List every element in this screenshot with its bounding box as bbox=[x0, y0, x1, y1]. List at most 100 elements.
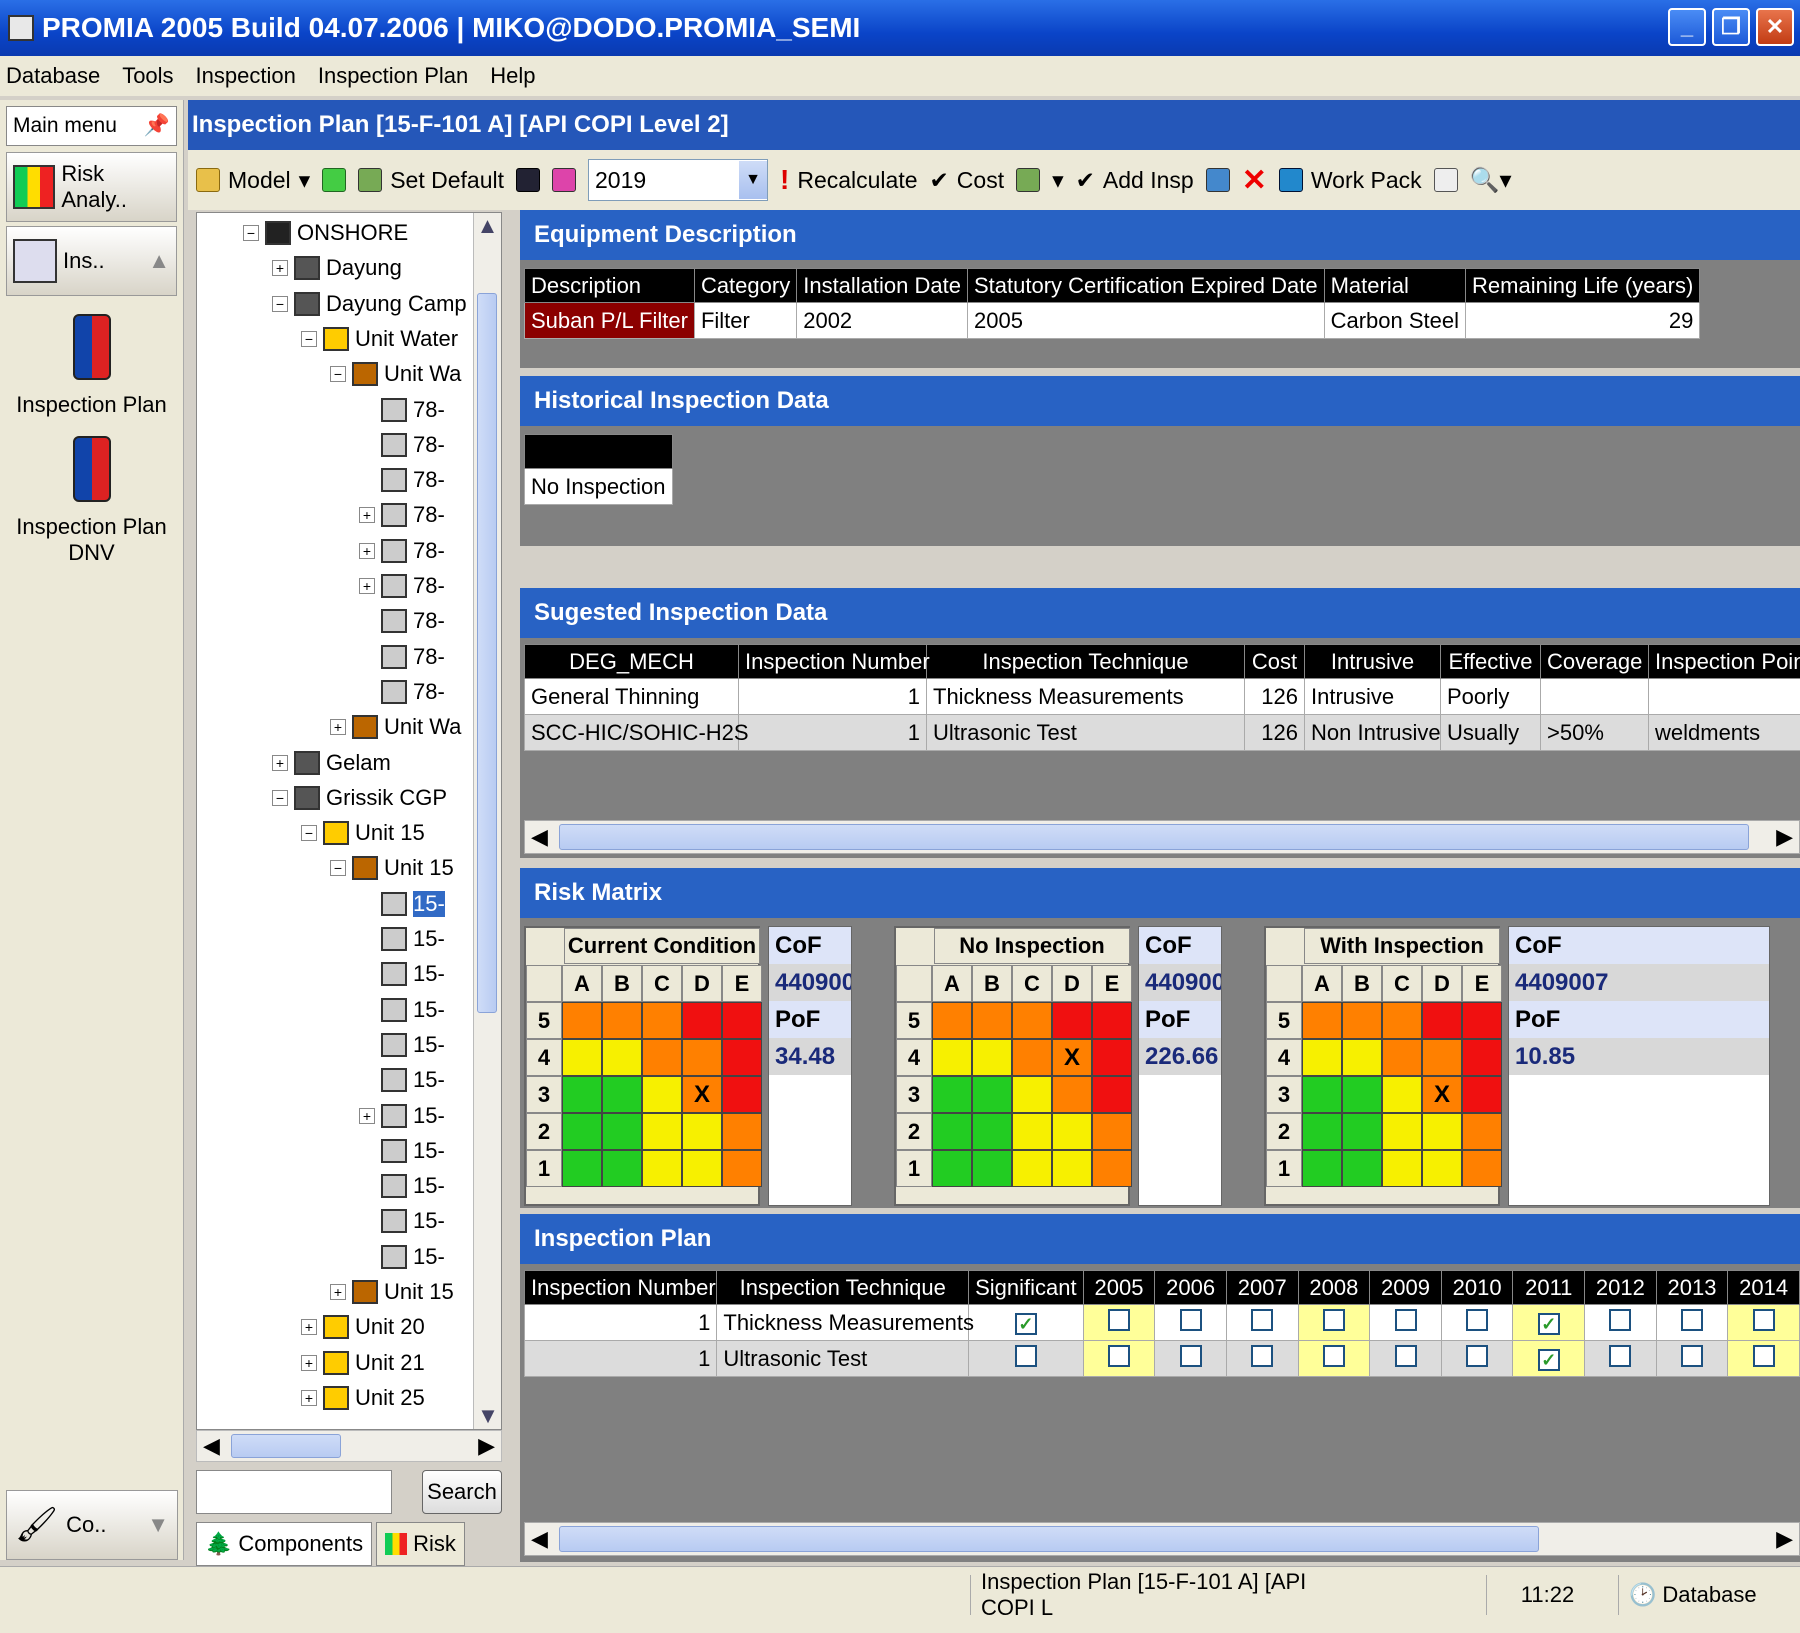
risk-cell[interactable] bbox=[1052, 1076, 1092, 1113]
risk-cell[interactable] bbox=[1012, 1076, 1052, 1113]
year-checkbox[interactable] bbox=[1108, 1344, 1130, 1367]
tree-node[interactable]: + Dayung bbox=[272, 252, 402, 284]
cell-remaining-life[interactable]: 29 bbox=[1465, 302, 1701, 339]
add-insp-button[interactable]: ✔ Add Insp bbox=[1076, 167, 1194, 194]
delete-icon[interactable]: ✕ bbox=[1242, 163, 1267, 198]
year-checkbox[interactable] bbox=[1322, 1344, 1345, 1367]
year-checkbox[interactable] bbox=[1609, 1308, 1632, 1331]
significant-checkbox[interactable] bbox=[1014, 1344, 1037, 1367]
risk-cell[interactable] bbox=[932, 1150, 972, 1187]
search-input[interactable] bbox=[196, 1470, 392, 1514]
risk-cell[interactable] bbox=[972, 1002, 1012, 1039]
risk-cell[interactable] bbox=[642, 1039, 682, 1076]
scroll-right-icon[interactable]: ▶ bbox=[478, 1433, 495, 1459]
expand-toggle-icon[interactable]: + bbox=[330, 1284, 346, 1300]
risk-cell[interactable] bbox=[1342, 1076, 1382, 1113]
risk-cell[interactable] bbox=[1462, 1002, 1502, 1039]
risk-cell[interactable] bbox=[562, 1039, 602, 1076]
suggested-cell[interactable]: 126 bbox=[1244, 714, 1305, 751]
risk-cell[interactable] bbox=[1342, 1113, 1382, 1150]
suggested-cell[interactable] bbox=[1540, 678, 1649, 715]
year-checkbox[interactable] bbox=[1251, 1344, 1274, 1367]
risk-cell[interactable] bbox=[642, 1113, 682, 1150]
tree-node[interactable]: 78- bbox=[359, 605, 445, 637]
scroll-right-icon[interactable]: ▶ bbox=[1776, 1526, 1793, 1552]
risk-cell[interactable] bbox=[932, 1039, 972, 1076]
expand-toggle-icon[interactable]: + bbox=[359, 1107, 375, 1124]
scroll-thumb[interactable] bbox=[559, 824, 1749, 850]
risk-cell[interactable] bbox=[722, 1076, 762, 1113]
risk-cell[interactable] bbox=[602, 1113, 642, 1150]
risk-cell[interactable] bbox=[1462, 1076, 1502, 1113]
expand-toggle-icon[interactable]: + bbox=[359, 507, 375, 524]
risk-cell[interactable] bbox=[1012, 1150, 1052, 1187]
risk-cell[interactable] bbox=[722, 1113, 762, 1150]
scroll-up-icon[interactable]: ▲ bbox=[474, 213, 501, 241]
risk-cell[interactable] bbox=[1422, 1150, 1462, 1187]
risk-cell[interactable]: X bbox=[1422, 1076, 1462, 1113]
suggested-cell[interactable]: Poorly bbox=[1440, 678, 1541, 715]
dropdown-icon[interactable]: ▼ bbox=[147, 1512, 169, 1538]
tree-node[interactable]: 15- bbox=[359, 1241, 445, 1273]
risk-cell[interactable]: X bbox=[1052, 1039, 1092, 1076]
tree-node[interactable]: 15- bbox=[359, 1135, 445, 1167]
risk-cell[interactable] bbox=[1092, 1076, 1132, 1113]
tree-node[interactable]: − Grissik CGP bbox=[272, 782, 447, 814]
tree-node[interactable]: 15- bbox=[359, 923, 445, 955]
risk-cell[interactable] bbox=[1422, 1113, 1462, 1150]
tree-node[interactable]: 15- bbox=[359, 888, 445, 920]
work-pack-button[interactable]: Work Pack bbox=[1278, 167, 1422, 194]
tree-node[interactable]: 15- bbox=[359, 1064, 445, 1096]
year-checkbox[interactable] bbox=[1179, 1308, 1202, 1331]
risk-cell[interactable] bbox=[722, 1150, 762, 1187]
cell-installation-date[interactable]: 2002 bbox=[796, 302, 968, 339]
risk-cell[interactable] bbox=[1382, 1113, 1422, 1150]
tree-node[interactable]: 15- bbox=[359, 1029, 445, 1061]
cell-description[interactable]: Suban P/L Filter bbox=[524, 302, 695, 339]
risk-cell[interactable] bbox=[1422, 1002, 1462, 1039]
expand-toggle-icon[interactable]: + bbox=[301, 1389, 317, 1406]
risk-cell[interactable] bbox=[682, 1039, 722, 1076]
suggested-cell[interactable]: Ultrasonic Test bbox=[926, 714, 1245, 751]
year-checkbox[interactable] bbox=[1108, 1308, 1130, 1331]
scroll-thumb[interactable] bbox=[559, 1526, 1539, 1552]
year-checkbox[interactable] bbox=[1394, 1308, 1417, 1331]
risk-cell[interactable] bbox=[1012, 1039, 1052, 1076]
risk-cell[interactable] bbox=[1462, 1113, 1502, 1150]
scroll-up-icon[interactable]: ▲ bbox=[148, 248, 170, 274]
tree-node[interactable]: + Unit Wa bbox=[330, 711, 461, 743]
tree-node[interactable]: +15- bbox=[359, 1100, 445, 1132]
cost-button[interactable]: ✔ Cost bbox=[930, 167, 1005, 194]
expand-toggle-icon[interactable]: − bbox=[243, 225, 259, 241]
risk-cell[interactable] bbox=[972, 1150, 1012, 1187]
expand-toggle-icon[interactable]: + bbox=[272, 260, 288, 277]
risk-cell[interactable] bbox=[1342, 1002, 1382, 1039]
risk-cell[interactable] bbox=[1092, 1002, 1132, 1039]
risk-cell[interactable] bbox=[1382, 1150, 1422, 1187]
expand-toggle-icon[interactable]: + bbox=[301, 1319, 317, 1336]
tree-node[interactable]: + Unit 15 bbox=[330, 1276, 454, 1308]
pin-icon[interactable]: 📌 bbox=[144, 114, 170, 138]
risk-cell[interactable] bbox=[602, 1002, 642, 1039]
risk-cell[interactable] bbox=[562, 1113, 602, 1150]
risk-cell[interactable] bbox=[1092, 1039, 1132, 1076]
model-button[interactable]: Model ▾ bbox=[196, 167, 310, 194]
risk-cell[interactable] bbox=[682, 1113, 722, 1150]
suggested-cell[interactable]: Thickness Measurements bbox=[926, 678, 1245, 715]
expand-toggle-icon[interactable]: − bbox=[272, 295, 288, 312]
risk-cell[interactable] bbox=[642, 1076, 682, 1113]
menu-help[interactable]: Help bbox=[490, 63, 535, 89]
risk-cell[interactable] bbox=[972, 1076, 1012, 1113]
year-checkbox[interactable]: ✓ bbox=[1537, 1313, 1560, 1335]
tree-node[interactable]: 15- bbox=[359, 958, 445, 990]
risk-cell[interactable] bbox=[1052, 1113, 1092, 1150]
tree-node[interactable]: 78- bbox=[359, 394, 445, 426]
expand-toggle-icon[interactable]: + bbox=[359, 542, 375, 559]
year-checkbox[interactable] bbox=[1752, 1308, 1775, 1331]
plan-horizontal-scrollbar[interactable]: ◀ ▶ bbox=[524, 1522, 1800, 1556]
tree-node[interactable]: 78- bbox=[359, 429, 445, 461]
menu-tools[interactable]: Tools bbox=[122, 63, 173, 89]
menu-inspection[interactable]: Inspection bbox=[196, 63, 296, 89]
menu-inspection-plan[interactable]: Inspection Plan bbox=[318, 63, 468, 89]
risk-cell[interactable] bbox=[642, 1002, 682, 1039]
